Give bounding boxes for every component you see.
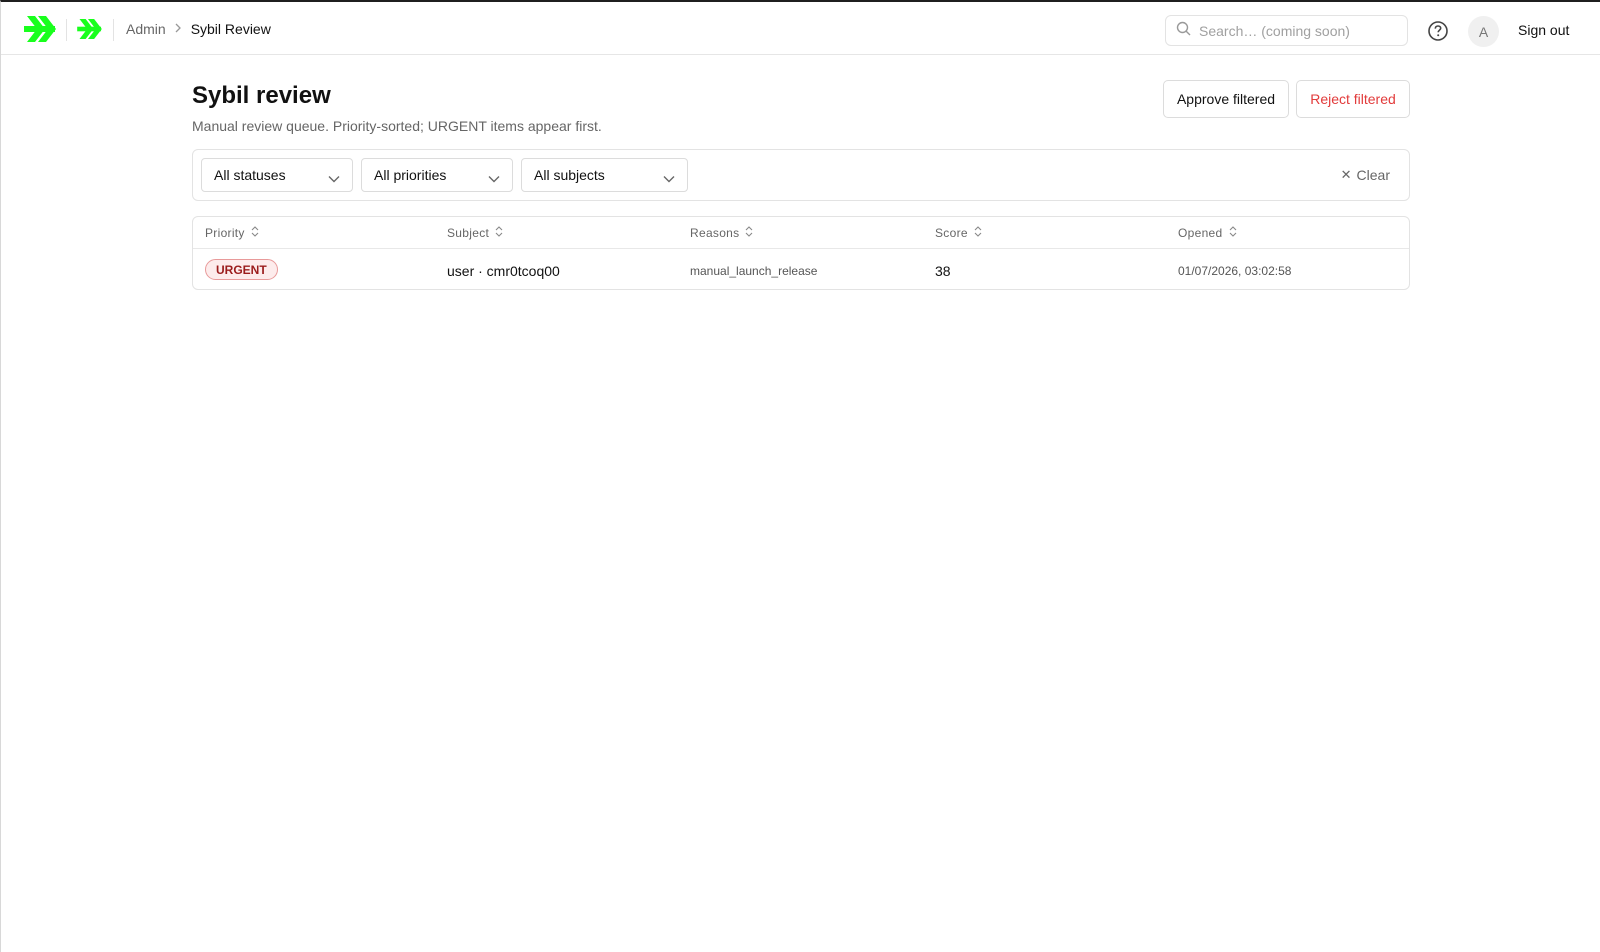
clear-filters-label: Clear: [1356, 167, 1390, 183]
filter-bar: All statuses All priorities All subjects…: [192, 149, 1410, 201]
divider: [66, 19, 67, 41]
brand-logo-icon[interactable]: [24, 16, 56, 47]
chevron-right-icon: [175, 22, 182, 36]
chevron-down-icon: [488, 170, 500, 186]
search-input[interactable]: [1199, 22, 1399, 39]
priority-badge: URGENT: [205, 259, 278, 280]
opened-cell: 01/07/2026, 03:02:58: [1178, 264, 1292, 278]
column-header-priority[interactable]: Priority: [205, 226, 259, 240]
sort-icon: [974, 226, 982, 240]
review-table: Priority Subject Reasons Score Opened UR…: [192, 216, 1410, 290]
close-icon: ✕: [1340, 167, 1352, 182]
table-header: Priority Subject Reasons Score Opened: [193, 217, 1409, 249]
column-header-reasons[interactable]: Reasons: [690, 226, 753, 240]
reject-filtered-button[interactable]: Reject filtered: [1296, 80, 1410, 118]
breadcrumb-admin-link[interactable]: Admin: [126, 21, 166, 37]
top-bar: Admin Sybil Review A Sign out: [1, 2, 1600, 55]
app-frame: Admin Sybil Review A Sign out Sybil revi…: [0, 0, 1600, 952]
page-title: Sybil review: [192, 82, 331, 109]
chevron-down-icon: [663, 170, 675, 186]
priority-filter-value: All priorities: [374, 167, 447, 183]
reasons-cell: manual_launch_release: [690, 264, 818, 278]
help-icon[interactable]: [1427, 20, 1449, 42]
column-header-opened[interactable]: Opened: [1178, 226, 1237, 240]
sign-out-button[interactable]: Sign out: [1518, 22, 1569, 38]
breadcrumb-current: Sybil Review: [190, 21, 271, 37]
clear-filters-button[interactable]: ✕ Clear: [1341, 167, 1390, 183]
column-header-subject[interactable]: Subject: [447, 226, 503, 240]
subject-cell: user · cmr0tcoq00: [447, 263, 560, 279]
sort-icon: [1229, 226, 1237, 240]
subject-filter-select[interactable]: All subjects: [521, 158, 688, 192]
breadcrumb: Admin Sybil Review: [126, 21, 271, 37]
subject-filter-value: All subjects: [534, 167, 605, 183]
column-header-score[interactable]: Score: [935, 226, 982, 240]
sort-icon: [251, 226, 259, 240]
page-subtitle: Manual review queue. Priority-sorted; UR…: [192, 118, 602, 134]
priority-filter-select[interactable]: All priorities: [361, 158, 513, 192]
chevron-down-icon: [328, 170, 340, 186]
status-filter-value: All statuses: [214, 167, 286, 183]
status-filter-select[interactable]: All statuses: [201, 158, 353, 192]
sort-icon: [495, 226, 503, 240]
table-row[interactable]: URGENT user · cmr0tcoq00 manual_launch_r…: [193, 249, 1409, 289]
approve-filtered-button[interactable]: Approve filtered: [1163, 80, 1289, 118]
search-icon: [1176, 21, 1191, 41]
sort-icon: [745, 226, 753, 240]
score-cell: 38: [935, 263, 951, 279]
product-logo-icon[interactable]: [77, 19, 102, 44]
avatar[interactable]: A: [1468, 16, 1499, 47]
search-box[interactable]: [1165, 15, 1408, 46]
divider: [113, 19, 114, 41]
